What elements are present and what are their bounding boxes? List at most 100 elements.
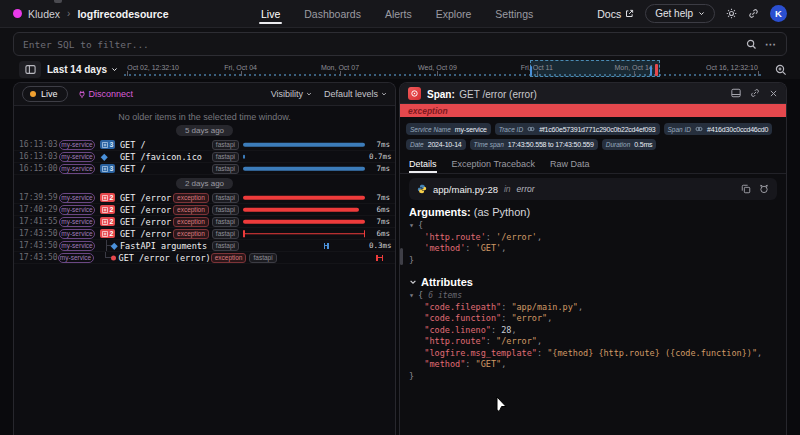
log-row[interactable]: 17:40:29my-service2GET /errorexceptionfa…	[14, 204, 395, 216]
log-row[interactable]: 16:15:00my-service3GET /fastapi7ms	[14, 163, 395, 175]
link-icon[interactable]	[750, 88, 760, 98]
service-tag: my-service	[59, 140, 95, 150]
log-message[interactable]: GET /error	[120, 229, 171, 239]
detail-tab-details[interactable]: Details	[409, 155, 437, 173]
tab-live[interactable]: Live	[261, 0, 280, 27]
breadcrumb[interactable]: Kludex › logfirecodesource	[13, 8, 168, 20]
levels-dropdown[interactable]: Default levels	[324, 89, 387, 99]
log-message[interactable]: GET /error	[120, 205, 171, 215]
get-help-button[interactable]: Get help	[645, 4, 715, 23]
nav-right: Docs Get help K	[597, 4, 787, 23]
service-tag: my-service	[59, 164, 95, 174]
log-row[interactable]: 16:13:03my-service3GET /fastapi7ms	[14, 139, 395, 151]
span-count-badge[interactable]: 2	[100, 229, 115, 238]
metadata-chip[interactable]: Span ID#416d30c0ccd46cd0	[664, 123, 773, 135]
span-count-badge[interactable]: 2	[100, 217, 115, 226]
timeline-tick-label: Wed, Oct 09	[418, 64, 457, 71]
disconnect-button[interactable]: Disconnect	[78, 89, 134, 99]
exception-tag: exception	[211, 253, 247, 263]
sidebar-toggle-button[interactable]	[19, 61, 41, 78]
span-diamond-icon	[102, 154, 107, 159]
log-message[interactable]: GET /favicon.ico	[120, 152, 202, 162]
fastapi-tag: fastapi	[212, 164, 239, 174]
docs-link[interactable]: Docs	[597, 8, 634, 20]
zoom-to-selection-button[interactable]	[775, 64, 787, 76]
tab-explore[interactable]: Explore	[436, 0, 472, 27]
log-message[interactable]: GET /	[120, 140, 146, 150]
log-message[interactable]: GET /error	[120, 217, 171, 227]
log-row[interactable]: 16:13:03my-serviceGET /favicon.icofastap…	[14, 151, 395, 163]
close-icon[interactable]	[769, 89, 778, 98]
copy-id-icon[interactable]	[695, 125, 703, 133]
detail-tab-raw-data[interactable]: Raw Data	[550, 155, 590, 173]
tab-alerts[interactable]: Alerts	[385, 0, 412, 27]
search-icon[interactable]	[746, 39, 757, 50]
span-count-badge[interactable]: 3	[100, 140, 115, 149]
metadata-chip[interactable]: Time span17:43:50.558 to 17:43:50.559	[470, 139, 598, 150]
span-count-badge[interactable]: 3	[100, 164, 115, 173]
span-count-badge[interactable]: 2	[100, 205, 115, 214]
timeline-track[interactable]: Oct 02, 12:32:10Fri, Oct 04Mon, Oct 07We…	[124, 60, 761, 79]
live-view-panel: Live Disconnect Visibility Default level…	[13, 82, 396, 435]
fastapi-tag: fastapi	[212, 140, 239, 150]
chevron-down-icon	[111, 66, 118, 73]
log-row[interactable]: 17:41:55my-service2GET /errorexceptionfa…	[14, 216, 395, 228]
span-detail-header: Span: GET /error (error)	[400, 83, 786, 104]
visibility-dropdown[interactable]: Visibility	[271, 89, 312, 99]
metadata-chip[interactable]: Trace ID#f1c60e57391d771c290c0b22cd4ef09…	[495, 123, 660, 135]
metadata-chip[interactable]: Date2024-10-14	[406, 139, 466, 150]
detail-tabs: Details Exception Traceback Raw Data	[400, 155, 786, 174]
span-count-badge[interactable]: 2	[100, 193, 115, 202]
log-row[interactable]: 17:39:59my-service2GET /errorexceptionfa…	[14, 192, 395, 204]
metadata-chip[interactable]: Service Namemy-service	[406, 123, 491, 135]
copy-icon[interactable]	[741, 184, 751, 194]
log-message[interactable]: GET /error	[120, 193, 171, 203]
code-location[interactable]: app/main.py:28 in error	[409, 178, 777, 200]
timeline-tick	[758, 71, 759, 76]
more-options-button[interactable]: ⋯	[765, 38, 777, 51]
span-metadata-chips: Service Namemy-service Trace ID#f1c60e573…	[400, 117, 786, 155]
metadata-chip[interactable]: Duration0.5ms	[602, 139, 657, 150]
log-time: 17:43:50	[19, 241, 59, 250]
log-row[interactable]: 17:43:50my-service2GET /errorexceptionfa…	[14, 228, 395, 240]
logfire-logo	[13, 9, 22, 18]
log-message[interactable]: FastAPI arguments	[120, 241, 207, 251]
breadcrumb-org[interactable]: Kludex	[28, 8, 60, 20]
arguments-heading: Arguments: (as Python)	[409, 206, 777, 218]
log-row[interactable]: 17:43:50my-serviceFastAPI argumentsfasta…	[14, 240, 395, 252]
scrollbar-thumb[interactable]	[400, 248, 403, 265]
attributes-heading[interactable]: Attributes	[409, 276, 777, 288]
code-file[interactable]: app/main.py:28	[433, 184, 498, 195]
detail-tab-exception-traceback[interactable]: Exception Traceback	[452, 155, 536, 173]
live-toggle[interactable]: Live	[22, 86, 68, 102]
log-message[interactable]: GET /	[120, 164, 146, 174]
log-row[interactable]: 17:43:50my-serviceGET /error (error)exce…	[14, 252, 395, 264]
empty-message: No older items in the selected time wind…	[14, 106, 395, 122]
avatar[interactable]: K	[770, 5, 787, 22]
breadcrumb-separator: ›	[67, 8, 70, 19]
span-marker	[376, 255, 383, 261]
theme-toggle-button[interactable]	[726, 8, 737, 19]
span-diamond-icon	[112, 243, 117, 248]
tab-dashboards[interactable]: Dashboards	[304, 0, 361, 27]
sun-icon	[726, 8, 737, 19]
sql-filter-bar[interactable]: Enter SQL to filter... ⋯	[13, 32, 787, 56]
breadcrumb-project[interactable]: logfirecodesource	[77, 8, 168, 20]
exception-banner: exception	[400, 104, 786, 117]
timeline-tick-label: Oct 02, 12:32:10	[127, 64, 179, 71]
service-tag: my-service	[59, 152, 95, 162]
log-message[interactable]: GET /error (error)	[119, 253, 211, 263]
dock-panel-icon[interactable]	[731, 88, 741, 98]
span-duration: 7ms	[369, 140, 395, 149]
copy-id-icon[interactable]	[527, 125, 535, 133]
share-link-button[interactable]	[748, 8, 759, 19]
span-bar	[243, 207, 359, 212]
sql-filter-input[interactable]: Enter SQL to filter...	[23, 39, 738, 50]
github-icon[interactable]	[759, 184, 769, 194]
span-bar	[243, 233, 365, 235]
chevron-down-icon	[381, 91, 387, 97]
log-list: No older items in the selected time wind…	[14, 106, 395, 435]
tab-settings[interactable]: Settings	[495, 0, 533, 27]
exception-tag: exception	[173, 193, 209, 203]
time-range-dropdown[interactable]: Last 14 days	[47, 64, 118, 75]
